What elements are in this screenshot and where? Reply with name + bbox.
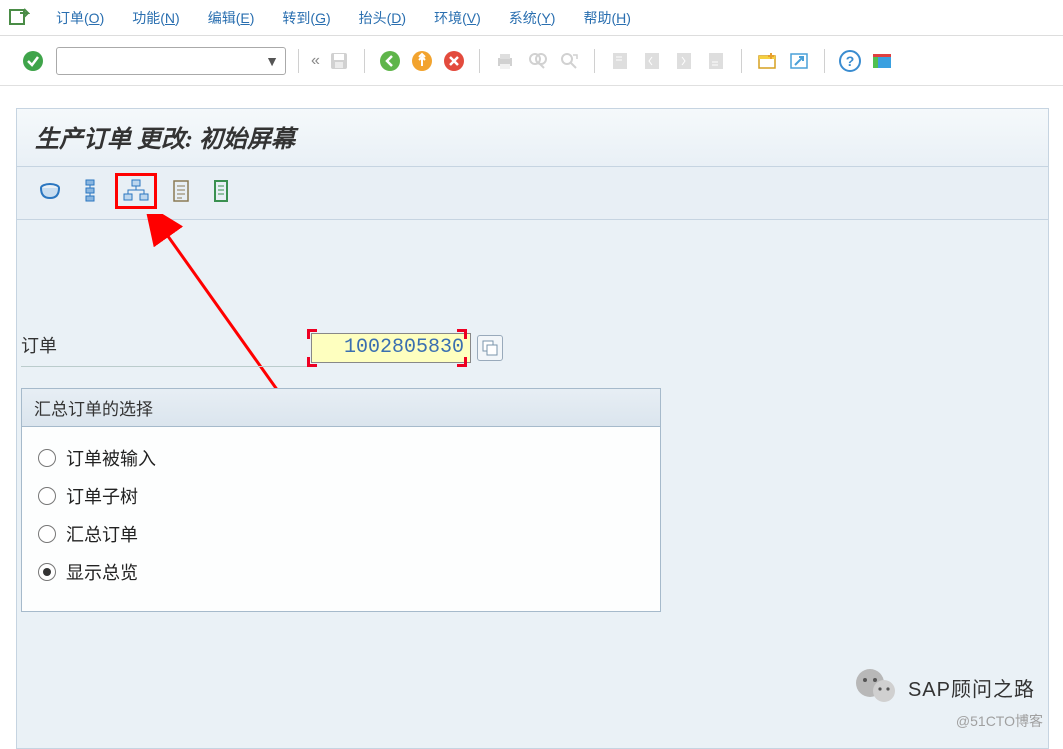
first-page-icon <box>607 48 633 74</box>
annotation-highlight-box <box>115 173 157 209</box>
radio-order-entered[interactable]: 订单被输入 <box>38 439 644 477</box>
enter-icon[interactable] <box>20 48 46 74</box>
form-area: 订单 汇总订单的选择 订单被输入 订单子树 汇总订单 显示总览 <box>17 220 1048 320</box>
history-back-icon[interactable]: « <box>311 52 320 70</box>
menu-header[interactable]: 抬头(D) <box>359 8 406 28</box>
command-field[interactable]: ▼ <box>56 47 286 75</box>
last-page-icon <box>703 48 729 74</box>
radio-order-subtree[interactable]: 订单子树 <box>38 477 644 515</box>
save-icon <box>326 48 352 74</box>
document-icon[interactable] <box>167 176 197 206</box>
prev-page-icon <box>639 48 665 74</box>
order-label: 订单 <box>21 328 311 367</box>
menu-env[interactable]: 环境(V) <box>434 8 481 28</box>
find-next-icon <box>556 48 582 74</box>
order-input[interactable] <box>311 333 471 363</box>
search-help-button[interactable] <box>477 335 503 361</box>
badge-text: SAP顾问之路 <box>908 673 1035 702</box>
app-toolbar <box>17 167 1048 220</box>
find-icon <box>524 48 550 74</box>
radio-collective-order[interactable]: 汇总订单 <box>38 515 644 553</box>
menu-help[interactable]: 帮助(H) <box>583 8 630 28</box>
window-menu-icon[interactable] <box>8 8 30 28</box>
layout-icon[interactable] <box>869 48 895 74</box>
exit-icon[interactable] <box>409 48 435 74</box>
new-session-icon[interactable] <box>754 48 780 74</box>
menu-goto[interactable]: 转到(G) <box>282 8 330 28</box>
radio-show-overview[interactable]: 显示总览 <box>38 553 644 591</box>
dropdown-arrow-icon[interactable]: ▼ <box>265 53 279 69</box>
back-icon[interactable] <box>377 48 403 74</box>
hierarchy-icon[interactable] <box>121 176 151 206</box>
menu-system[interactable]: 系统(Y) <box>509 8 556 28</box>
list-icon[interactable] <box>207 176 237 206</box>
watermark-text: @51CTO博客 <box>956 711 1043 731</box>
page-title: 生产订单 更改: 初始屏幕 <box>17 109 1048 167</box>
cancel-icon[interactable] <box>441 48 467 74</box>
print-icon <box>492 48 518 74</box>
order-field-row: 订单 <box>21 328 1052 367</box>
help-icon[interactable]: ? <box>837 48 863 74</box>
svg-text:?: ? <box>846 53 855 69</box>
menu-edit[interactable]: 编辑(E) <box>208 8 255 28</box>
next-page-icon <box>671 48 697 74</box>
selection-groupbox: 汇总订单的选择 订单被输入 订单子树 汇总订单 显示总览 <box>21 388 661 612</box>
menu-function[interactable]: 功能(N) <box>132 8 179 28</box>
wechat-badge: SAP顾问之路 <box>854 667 1035 707</box>
wechat-icon <box>854 667 898 707</box>
header-icon[interactable] <box>35 176 65 206</box>
main-panel: 生产订单 更改: 初始屏幕 订单 <box>16 108 1049 749</box>
menubar: 订单(O) 功能(N) 编辑(E) 转到(G) 抬头(D) 环境(V) 系统(Y… <box>0 0 1063 36</box>
standard-toolbar: ▼ « ? <box>0 36 1063 86</box>
shortcut-icon[interactable] <box>786 48 812 74</box>
groupbox-title: 汇总订单的选择 <box>22 389 660 427</box>
menu-order[interactable]: 订单(O) <box>56 8 104 28</box>
operations-icon[interactable] <box>75 176 105 206</box>
